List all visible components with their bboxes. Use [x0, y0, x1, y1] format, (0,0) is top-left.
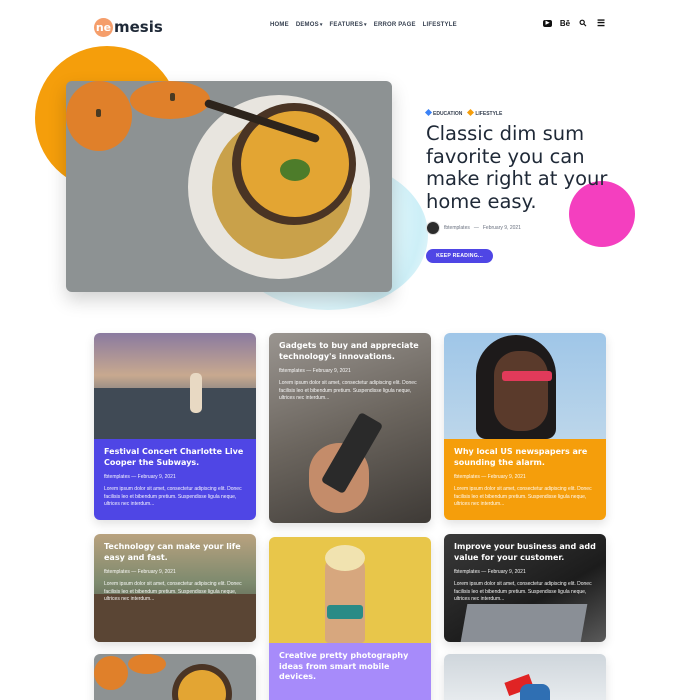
tag-education[interactable]: EDUCATION [424, 108, 463, 117]
card-meta: fbtemplates — February 9, 2021 [279, 368, 351, 374]
nav-label: HOME [270, 22, 289, 28]
post-card-business[interactable]: Improve your business and add value for … [444, 534, 606, 642]
card-image-pumpkins-soup [94, 654, 256, 700]
logo-text: mesis [114, 18, 163, 36]
card-title[interactable]: Festival Concert Charlotte Live Cooper t… [104, 447, 246, 468]
card-author[interactable]: fbtemplates [104, 569, 130, 575]
card-excerpt: Lorem ipsum dolor sit amet, consectetur … [104, 486, 242, 507]
card-image-snow-person [504, 660, 550, 700]
chevron-down-icon: ▾ [319, 22, 323, 28]
nav-label: DEMOS [295, 22, 319, 28]
nav-item-features[interactable]: FEATURES▾ [330, 22, 367, 28]
header-tools: ▶ Bē ⚲ ☰ [543, 16, 606, 30]
card-author[interactable]: fbtemplates [454, 569, 480, 575]
card-meta: fbtemplates — February 9, 2021 [454, 569, 526, 575]
hero-date: February 9, 2021 [482, 225, 521, 231]
card-image-woman-sunglasses [444, 333, 606, 439]
nav-label: LIFESTYLE [422, 22, 457, 28]
hero-author[interactable]: fbtemplates [444, 225, 470, 231]
hero-meta: fbtemplates — February 9, 2021 [426, 221, 521, 235]
card-body: Creative pretty photography ideas from s… [269, 643, 431, 700]
card-title[interactable]: Gadgets to buy and appreciate technology… [279, 341, 421, 362]
card-date: February 9, 2021 [137, 569, 176, 575]
nav-label: ERROR PAGE [373, 22, 416, 28]
card-title[interactable]: Improve your business and add value for … [454, 542, 596, 563]
card-meta: fbtemplates — February 9, 2021 [454, 474, 526, 480]
card-body: Gadgets to buy and appreciate technology… [269, 333, 431, 411]
card-title[interactable]: Why local US newspapers are sounding the… [454, 447, 596, 468]
nav-label: FEATURES [329, 22, 364, 28]
card-body: Why local US newspapers are sounding the… [444, 439, 606, 520]
diamond-icon [467, 108, 475, 117]
card-excerpt: Lorem ipsum dolor sit amet, consectetur … [454, 581, 592, 602]
card-body: Festival Concert Charlotte Live Cooper t… [94, 439, 256, 520]
card-image-phone [309, 403, 389, 523]
main-nav: HOME DEMOS▾ FEATURES▾ ERROR PAGE LIFESTY… [270, 22, 457, 28]
hero-title[interactable]: Classic dim sum favorite you can make ri… [426, 122, 616, 213]
search-icon[interactable]: ⚲ [576, 16, 590, 30]
site-header: ne mesis HOME DEMOS▾ FEATURES▾ ERROR PAG… [94, 12, 606, 42]
post-card-newspapers[interactable]: Why local US newspapers are sounding the… [444, 333, 606, 520]
tag-label: LIFESTYLE [475, 111, 503, 117]
nav-item-error-page[interactable]: ERROR PAGE [374, 22, 416, 28]
card-excerpt: Lorem ipsum dolor sit amet, consectetur … [104, 581, 242, 602]
post-card-technology[interactable]: Technology can make your life easy and f… [94, 534, 256, 642]
behance-icon[interactable]: Bē [560, 18, 570, 28]
card-author[interactable]: fbtemplates [454, 474, 480, 480]
herb-garnish [280, 159, 310, 181]
site-logo[interactable]: ne mesis [94, 17, 163, 37]
post-card-winter[interactable] [444, 654, 606, 700]
card-author[interactable]: fbtemplates [104, 474, 130, 480]
card-date: February 9, 2021 [487, 474, 526, 480]
meta-separator: — [473, 225, 479, 231]
card-date: February 9, 2021 [137, 474, 176, 480]
tag-label: EDUCATION [433, 111, 463, 117]
menu-icon[interactable]: ☰ [596, 18, 606, 28]
nav-item-home[interactable]: HOME [270, 22, 289, 28]
logo-badge: ne [94, 17, 113, 37]
avatar [426, 221, 440, 235]
post-card-festival[interactable]: Festival Concert Charlotte Live Cooper t… [94, 333, 256, 520]
post-card-photography[interactable]: Creative pretty photography ideas from s… [269, 537, 431, 700]
card-meta: fbtemplates — February 9, 2021 [104, 474, 176, 480]
card-date: February 9, 2021 [487, 569, 526, 575]
card-author[interactable]: fbtemplates [279, 368, 305, 374]
post-card-gadgets[interactable]: Gadgets to buy and appreciate technology… [269, 333, 431, 523]
card-meta: fbtemplates — February 9, 2021 [104, 569, 176, 575]
nav-item-lifestyle[interactable]: LIFESTYLE [423, 22, 457, 28]
card-title[interactable]: Technology can make your life easy and f… [104, 542, 246, 563]
nav-item-demos[interactable]: DEMOS▾ [296, 22, 323, 28]
keep-reading-button[interactable]: KEEP READING... [426, 249, 493, 263]
hero-tags: EDUCATION LIFESTYLE [424, 108, 503, 117]
card-excerpt: Lorem ipsum dolor sit amet, consectetur … [454, 486, 592, 507]
card-title[interactable]: Creative pretty photography ideas from s… [279, 651, 421, 683]
card-image-woman-yellow [269, 537, 431, 643]
card-excerpt: Lorem ipsum dolor sit amet, consectetur … [279, 380, 417, 401]
post-card-food[interactable] [94, 654, 256, 700]
card-image-coastal-town [94, 333, 256, 439]
card-body: Technology can make your life easy and f… [94, 534, 256, 612]
card-body: Improve your business and add value for … [444, 534, 606, 612]
diamond-icon [424, 108, 433, 117]
tag-lifestyle[interactable]: LIFESTYLE [467, 108, 503, 117]
card-date: February 9, 2021 [312, 368, 351, 374]
youtube-icon[interactable]: ▶ [543, 19, 552, 27]
hero-image[interactable] [66, 81, 392, 292]
chevron-down-icon: ▾ [364, 22, 367, 28]
